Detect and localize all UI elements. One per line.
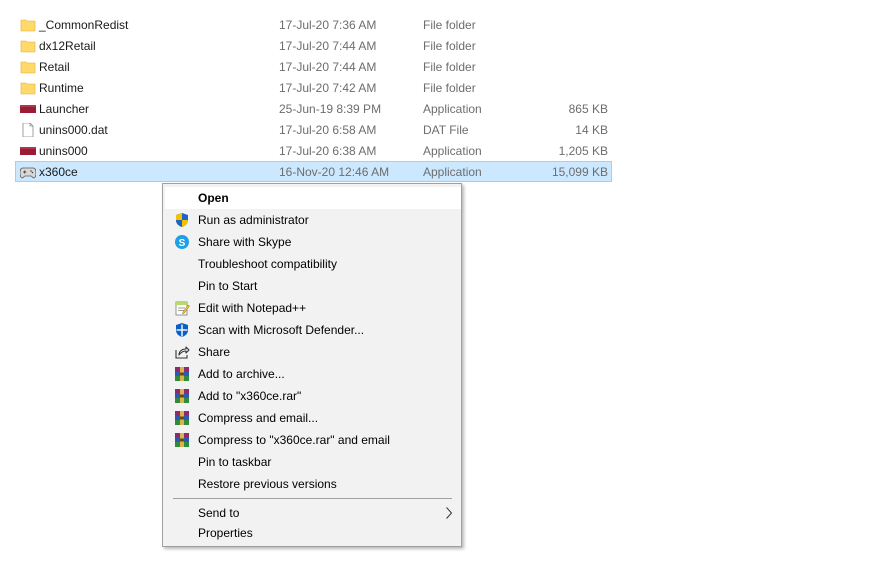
menu-item-edit-with-notepad-plus-plus[interactable]: Edit with Notepad++ [165,297,461,319]
context-menu: Open Run as administrator S Share with S… [162,183,462,547]
menu-item-add-to-rar[interactable]: Add to "x360ce.rar" [165,385,461,407]
winrar-icon [175,367,189,381]
menu-item-add-to-archive[interactable]: Add to archive... [165,363,461,385]
menu-item-run-as-administrator[interactable]: Run as administrator [165,209,461,231]
menu-separator [173,498,452,499]
file-size: 1,205 KB [558,144,608,158]
application-icon [20,147,36,155]
file-row[interactable]: Retail 17-Jul-20 7:44 AM File folder [15,56,612,77]
application-icon [20,105,36,113]
svg-text:S: S [179,238,186,249]
menu-item-label: Add to "x360ce.rar" [198,389,302,403]
file-name: Retail [39,60,70,74]
file-type: Application [423,102,482,116]
menu-item-label: Troubleshoot compatibility [198,257,337,271]
file-row[interactable]: dx12Retail 17-Jul-20 7:44 AM File folder [15,35,612,56]
uac-shield-icon [176,213,188,227]
document-icon [22,123,34,137]
file-name: x360ce [39,165,78,179]
file-row[interactable]: unins000.dat 17-Jul-20 6:58 AM DAT File … [15,119,612,140]
file-row[interactable]: unins000 17-Jul-20 6:38 AM Application 1… [15,140,612,161]
menu-item-restore-previous-versions[interactable]: Restore previous versions [165,473,461,495]
file-row[interactable]: Runtime 17-Jul-20 7:42 AM File folder [15,77,612,98]
file-type: Application [423,165,482,179]
file-type: Application [423,144,482,158]
menu-item-label: Share [198,345,231,359]
menu-item-label: Compress to "x360ce.rar" and email [198,433,390,447]
menu-item-properties[interactable]: Properties [165,522,461,544]
defender-icon [176,323,188,337]
file-type: File folder [423,60,476,74]
menu-item-send-to[interactable]: Send to [165,502,461,524]
menu-item-label: Edit with Notepad++ [198,301,307,315]
file-row[interactable]: Launcher 25-Jun-19 8:39 PM Application 8… [15,98,612,119]
file-date: 17-Jul-20 6:38 AM [279,144,377,158]
menu-item-label: Run as administrator [198,213,309,227]
winrar-icon [175,411,189,425]
menu-item-label: Properties [198,526,253,540]
menu-item-compress-and-email[interactable]: Compress and email... [165,407,461,429]
file-name: Runtime [39,81,84,95]
file-name: unins000 [39,144,88,158]
menu-item-troubleshoot-compatibility[interactable]: Troubleshoot compatibility [165,253,461,275]
menu-item-label: Compress and email... [198,411,319,425]
file-type: DAT File [423,123,469,137]
menu-item-scan-with-microsoft-defender[interactable]: Scan with Microsoft Defender... [165,319,461,341]
menu-item-label: Restore previous versions [198,477,337,491]
folder-icon [20,82,36,95]
file-name: dx12Retail [39,39,96,53]
file-date: 17-Jul-20 6:58 AM [279,123,377,137]
folder-icon [20,61,36,74]
menu-item-share[interactable]: Share [165,341,461,363]
menu-item-label: Send to [198,506,240,520]
file-name: unins000.dat [39,123,108,137]
menu-item-label: Scan with Microsoft Defender... [198,323,365,337]
file-type: File folder [423,39,476,53]
notepad-plus-plus-icon [175,301,190,316]
menu-item-label: Add to archive... [198,367,285,381]
file-date: 25-Jun-19 8:39 PM [279,102,382,116]
file-size: 14 KB [575,123,608,137]
menu-item-compress-to-rar-and-email[interactable]: Compress to "x360ce.rar" and email [165,429,461,451]
winrar-icon [175,389,189,403]
winrar-icon [175,433,189,447]
file-date: 17-Jul-20 7:42 AM [279,81,377,95]
file-name: _CommonRedist [39,18,129,32]
menu-item-open[interactable]: Open [165,187,461,209]
file-date: 17-Jul-20 7:36 AM [279,18,377,32]
file-date: 17-Jul-20 7:44 AM [279,60,377,74]
file-type: File folder [423,18,476,32]
menu-item-label: Pin to Start [198,279,258,293]
file-row[interactable]: _CommonRedist 17-Jul-20 7:36 AM File fol… [15,14,612,35]
file-type: File folder [423,81,476,95]
folder-icon [20,19,36,32]
menu-item-pin-to-taskbar[interactable]: Pin to taskbar [165,451,461,473]
folder-icon [20,40,36,53]
skype-icon: S [175,235,189,249]
file-size: 15,099 KB [551,165,608,179]
menu-item-share-with-skype[interactable]: S Share with Skype [165,231,461,253]
file-row-selected[interactable]: x360ce 16-Nov-20 12:46 AM Application 15… [15,161,612,182]
menu-item-pin-to-start[interactable]: Pin to Start [165,275,461,297]
menu-item-label: Open [198,191,229,205]
chevron-right-icon [446,507,453,519]
file-date: 16-Nov-20 12:46 AM [279,165,390,179]
menu-item-label: Pin to taskbar [198,455,272,469]
share-icon [175,346,190,359]
gamepad-icon [20,167,36,179]
file-name: Launcher [39,102,90,116]
menu-item-label: Share with Skype [198,235,292,249]
file-size: 865 KB [568,102,608,116]
file-date: 17-Jul-20 7:44 AM [279,39,377,53]
